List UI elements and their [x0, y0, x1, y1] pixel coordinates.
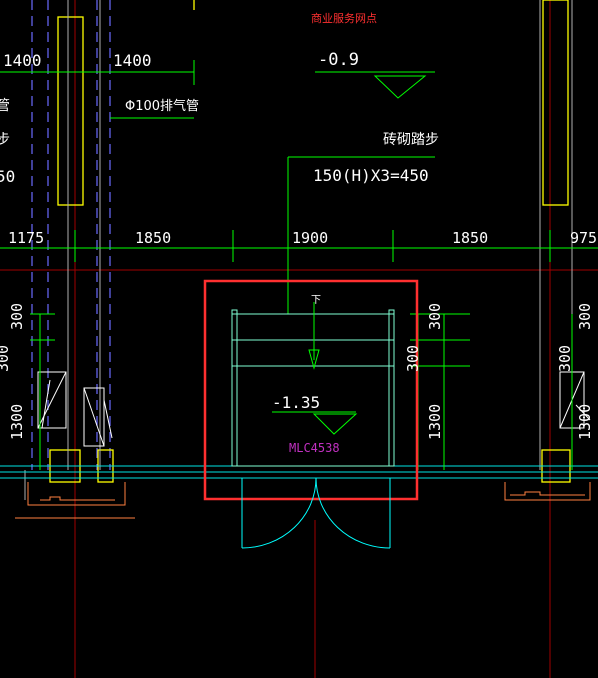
elevation-symbol-bottom	[272, 411, 358, 435]
floor-lines	[0, 465, 598, 479]
dim-vertical-1: 300	[8, 303, 26, 330]
dim-vertical-4: 300	[426, 303, 444, 330]
down-arrow	[308, 302, 320, 370]
left-fragment-3: 50	[0, 167, 15, 186]
cad-drawing: 商业服务网点 -0.9 1400 1400 Φ100排气管 砖砌踏步 150(H…	[0, 0, 598, 678]
dim-row-5: 975	[570, 229, 597, 247]
dim-vertical-3: 1300	[8, 404, 26, 440]
dim-vertical-7: 300	[576, 303, 594, 330]
dim-top-right: 1400	[113, 51, 152, 70]
left-fragment-1: 管	[0, 98, 10, 114]
down-arrow-label: 下	[311, 295, 321, 306]
dim-vertical-2: 300	[0, 345, 12, 372]
dim-row-1: 1175	[8, 229, 44, 247]
step-label: 砖砌踏步	[383, 132, 439, 148]
left-fragment-2: 步	[0, 132, 10, 148]
dim-row-3: 1900	[292, 229, 328, 247]
elevation-top-label: -0.9	[318, 50, 359, 70]
double-door	[241, 477, 391, 549]
door-code: MLC4538	[289, 441, 340, 455]
dim-row-4: 1850	[452, 229, 488, 247]
dim-vertical-9: 1300	[576, 404, 594, 440]
axis-lines	[0, 0, 598, 678]
elevation-bottom-label: -1.35	[272, 393, 320, 412]
pipe-label: Φ100排气管	[125, 98, 199, 114]
dim-vertical-8: 300	[556, 345, 574, 372]
column-edges	[24, 0, 573, 500]
dim-top-left: 1400	[3, 51, 42, 70]
step-spec: 150(H)X3=450	[313, 166, 429, 185]
dim-vertical-5: 300	[404, 345, 422, 372]
dim-row-2: 1850	[135, 229, 171, 247]
title: 商业服务网点	[311, 11, 377, 25]
dim-vertical-6: 1300	[426, 404, 444, 440]
